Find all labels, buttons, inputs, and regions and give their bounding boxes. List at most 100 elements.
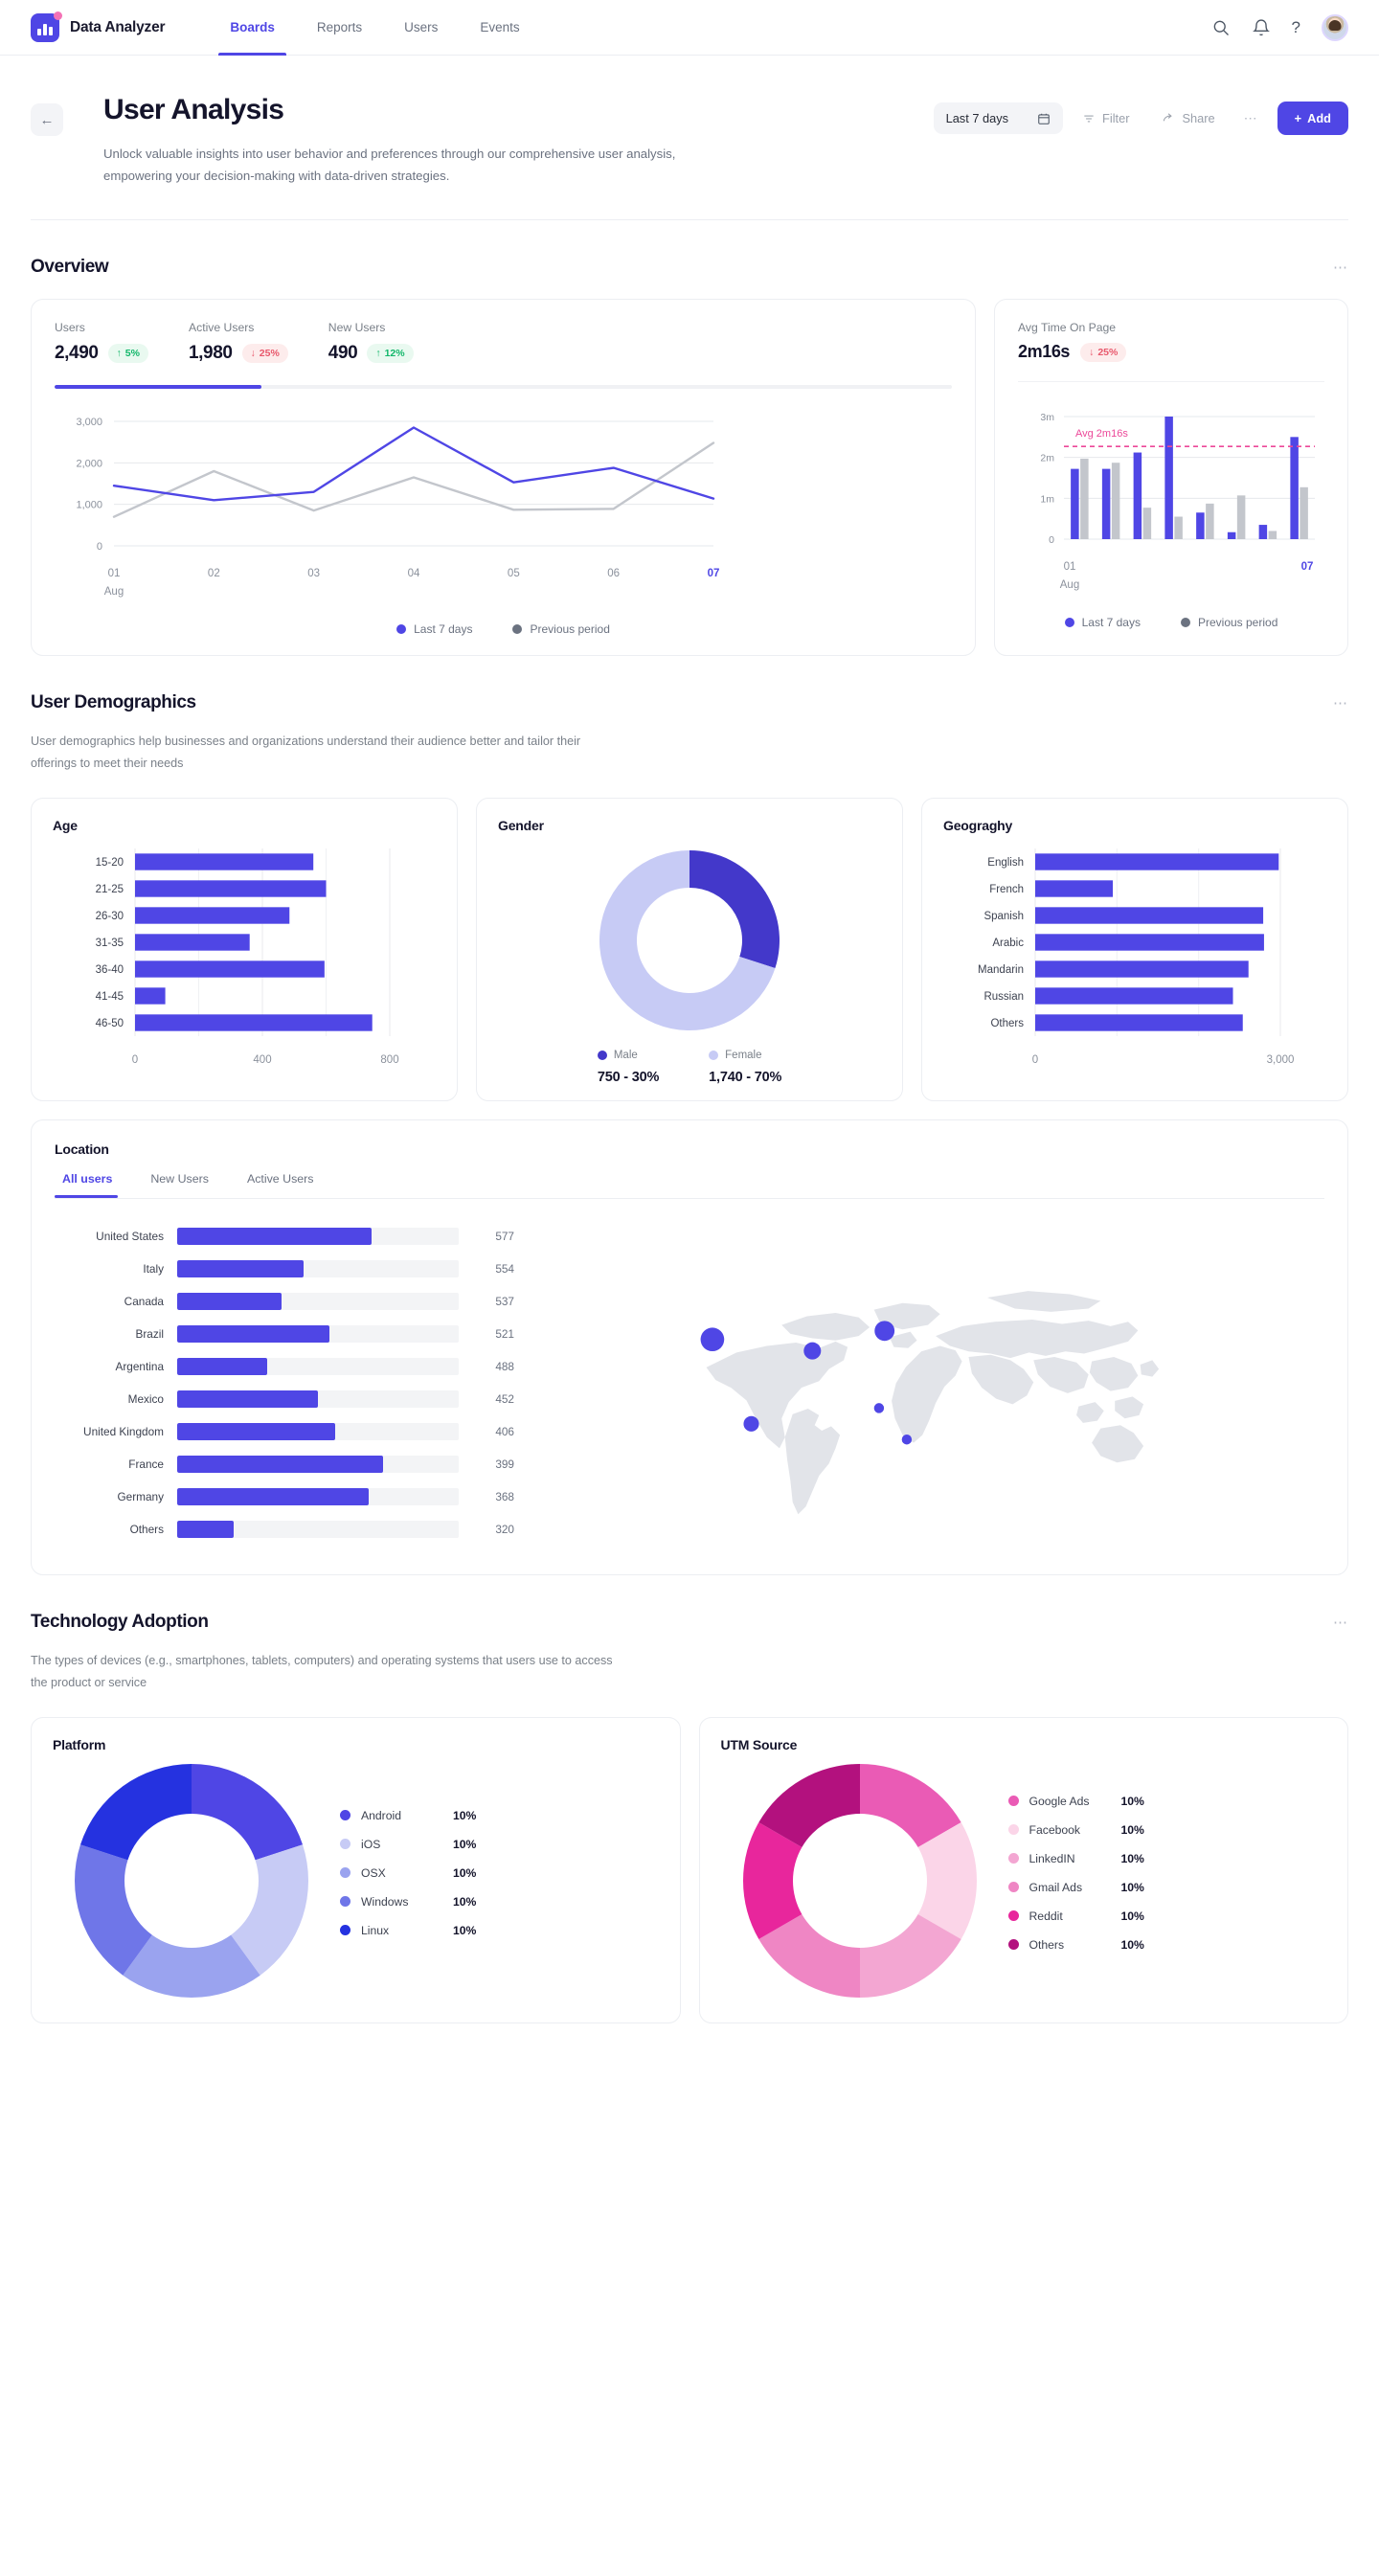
overview-line-chart: 0 1,000 2,000 3,000 01 02 03 04 05 06 07 Aug [55,389,952,609]
avg-time-value: 2m16s [1018,342,1071,362]
svg-text:Others: Others [990,1018,1024,1029]
arrow-up-icon: ↑ [116,348,122,360]
location-value: 406 [495,1424,514,1438]
gender-legend-female-label: Female [725,1049,762,1061]
technology-more-button[interactable]: ⋯ [1333,1614,1348,1631]
svg-text:1m: 1m [1040,494,1054,506]
legend-label: LinkedIN [1029,1851,1075,1865]
location-name: Canada [124,1294,164,1308]
legend-label: Gmail Ads [1029,1880,1083,1894]
top-navigation-bar: Data Analyzer Boards Reports Users Event… [0,0,1379,56]
overview-title: Overview [31,257,109,278]
search-icon[interactable] [1211,18,1231,37]
age-bar-chart-svg: 15-20 21-25 26-30 31-35 36-40 41-45 46-50 0 400 8… [96,847,399,1066]
legend-dot [340,1896,350,1908]
svg-text:3,000: 3,000 [76,417,102,428]
legend-value: 10% [453,1923,477,1937]
legend-value: 10% [453,1808,477,1822]
svg-text:36-40: 36-40 [96,964,124,976]
legend-value: 10% [1120,1822,1144,1837]
bell-icon[interactable] [1252,18,1271,37]
date-range-value: Last 7 days [945,111,1009,125]
filter-label: Filter [1102,111,1130,125]
legend-item: Facebook 10% [1007,1822,1327,1837]
location-tab-all-users[interactable]: All users [55,1172,131,1198]
location-row: Canada 537 [55,1289,514,1314]
svg-text:31-35: 31-35 [96,938,124,949]
share-button[interactable]: Share [1148,102,1228,134]
location-bar-track [177,1455,459,1473]
demographics-description: User demographics help businesses and or… [31,734,581,770]
location-row: Italy 554 [55,1256,514,1281]
legend-label-previous-period: Previous period [530,621,610,636]
avg-time-on-page-card: Avg Time On Page 2m16s ↓ 25% 0 1m 2m 3m Avg … [994,299,1348,656]
svg-text:Mandarin: Mandarin [978,964,1024,976]
utm-card-title: UTM Source [720,1736,798,1752]
technology-title: Technology Adoption [31,1611,209,1632]
nav-tab-users[interactable]: Users [383,0,459,56]
legend-dot [340,1839,350,1850]
technology-description: The types of devices (e.g., smartphones,… [31,1653,613,1689]
help-icon[interactable]: ? [1292,19,1300,35]
age-card: Age 15-20 21-25 26-30 31-35 36-40 41-45 46-50 0… [31,797,458,1101]
legend-item: Google Ads 10% [1007,1795,1327,1808]
overview-users-card: Users 2,490 ↑ 5% Active Users 1,980 ↓ 25… [31,299,976,656]
location-tab-active-users[interactable]: Active Users [228,1172,333,1198]
kpi-active-users: Active Users 1,980 ↓ 25% [189,321,328,364]
calendar-icon [1037,112,1051,125]
nav-tab-boards[interactable]: Boards [209,0,296,56]
location-value: 368 [495,1489,514,1503]
overview-more-button[interactable]: ⋯ [1333,259,1348,276]
nav-tab-events[interactable]: Events [459,0,540,56]
legend-dot-previous-period [512,623,523,634]
filter-icon [1082,112,1096,125]
legend-dot-male [597,1050,607,1060]
location-bar-track [177,1520,459,1538]
nav-tab-reports[interactable]: Reports [296,0,383,56]
location-value: 399 [495,1457,514,1471]
more-options-button[interactable]: ⋯ [1234,102,1268,135]
svg-text:Avg 2m16s: Avg 2m16s [1075,429,1128,441]
avg-time-legend: Last 7 days Previous period [1018,616,1324,629]
location-name: Mexico [127,1391,164,1406]
location-bar-fill [177,1292,282,1310]
legend-item: Windows 10% [340,1895,659,1909]
date-range-picker[interactable]: Last 7 days [933,102,1064,134]
svg-text:3,000: 3,000 [1267,1054,1294,1066]
avatar[interactable] [1322,13,1348,41]
svg-text:English: English [987,857,1024,869]
world-map-svg [700,1290,1160,1514]
utm-donut-svg [742,1763,977,1998]
svg-text:800: 800 [380,1054,398,1066]
legend-label: iOS [361,1837,381,1851]
legend-dot [340,1867,350,1879]
legend-item-previous-period: Previous period [1180,616,1277,629]
svg-text:1,000: 1,000 [76,500,102,511]
location-value: 537 [495,1294,514,1308]
legend-value: 10% [453,1894,477,1909]
svg-text:02: 02 [208,568,220,579]
add-label: Add [1307,111,1331,125]
brand-logo[interactable]: Data Analyzer [31,11,166,42]
legend-value: 10% [453,1865,477,1880]
gender-legend-female-value: 1,740 - 70% [709,1069,782,1085]
legend-dot [340,1810,350,1821]
legend-label: Facebook [1029,1822,1081,1837]
svg-text:07: 07 [708,568,720,579]
platform-legend: Android 10% iOS 10% OSX 10% Windows 10% Linux 10% [330,1809,659,1953]
kpi-users: Users 2,490 ↑ 5% [55,321,189,364]
filter-button[interactable]: Filter [1069,102,1142,134]
svg-text:05: 05 [508,568,520,579]
location-bar-track [177,1487,459,1505]
svg-text:3m: 3m [1040,412,1054,423]
add-button[interactable]: + Add [1277,102,1348,135]
location-tab-new-users[interactable]: New Users [131,1172,228,1198]
back-button[interactable]: ← [31,103,63,136]
legend-value: 10% [1120,1880,1144,1894]
location-name: Germany [117,1489,164,1503]
demographics-more-button[interactable]: ⋯ [1333,694,1348,712]
legend-dot [1007,1939,1019,1951]
legend-label: OSX [361,1865,386,1880]
svg-text:0: 0 [1049,534,1054,546]
location-name: United Kingdom [83,1424,164,1438]
